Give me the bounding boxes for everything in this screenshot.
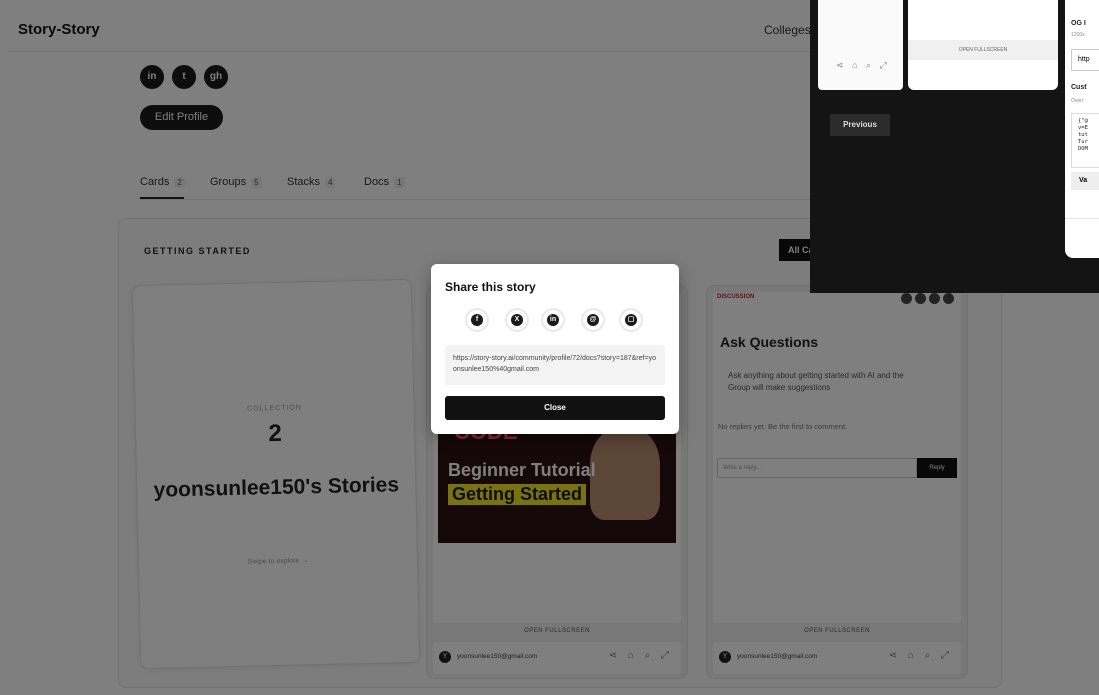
validate-button[interactable]: Va	[1071, 172, 1099, 190]
fullscreen-prev-card: ⋖ ⌂ ⌕ ⤢	[818, 0, 903, 90]
copy-glyph: ▢	[625, 314, 637, 326]
custom-schema-label: Cust	[1071, 84, 1087, 91]
share-modal: Share this story f X in @ ▢ https://stor…	[431, 264, 679, 434]
og-image-hint: 1200x	[1071, 32, 1085, 38]
facebook-glyph: f	[471, 314, 483, 326]
fullscreen-overlay: ⋖ ⌂ ⌕ ⤢ OPEN FULLSCREEN Previous OG I 12…	[810, 0, 1099, 293]
facebook-icon[interactable]: f	[465, 308, 489, 332]
custom-schema-hint: Overr	[1071, 98, 1084, 104]
seo-side-panel: OG I 1200x http Cust Overr {"@ v=E tut T…	[1065, 0, 1099, 258]
previous-button[interactable]: Previous	[830, 114, 890, 136]
linkedin-glyph: in	[547, 314, 559, 326]
email-icon[interactable]: @	[581, 308, 605, 332]
custom-schema-textarea[interactable]: {"@ v=E tut Tur DOM	[1071, 113, 1099, 168]
email-glyph: @	[587, 314, 599, 326]
og-image-label: OG I	[1071, 20, 1086, 27]
share-title: Share this story	[445, 280, 536, 294]
fullscreen-card: OPEN FULLSCREEN	[908, 0, 1058, 90]
divider	[1065, 218, 1099, 219]
copy-icon[interactable]: ▢	[619, 308, 643, 332]
x-glyph: X	[511, 314, 523, 326]
card-action-icons[interactable]: ⋖ ⌂ ⌕ ⤢	[836, 60, 890, 71]
og-image-input[interactable]: http	[1071, 49, 1099, 71]
x-icon[interactable]: X	[505, 308, 529, 332]
close-button[interactable]: Close	[445, 396, 665, 420]
linkedin-icon[interactable]: in	[541, 308, 565, 332]
share-url-field[interactable]: https://story-story.ai/community/profile…	[445, 345, 665, 385]
open-fullscreen-button[interactable]: OPEN FULLSCREEN	[908, 40, 1058, 60]
